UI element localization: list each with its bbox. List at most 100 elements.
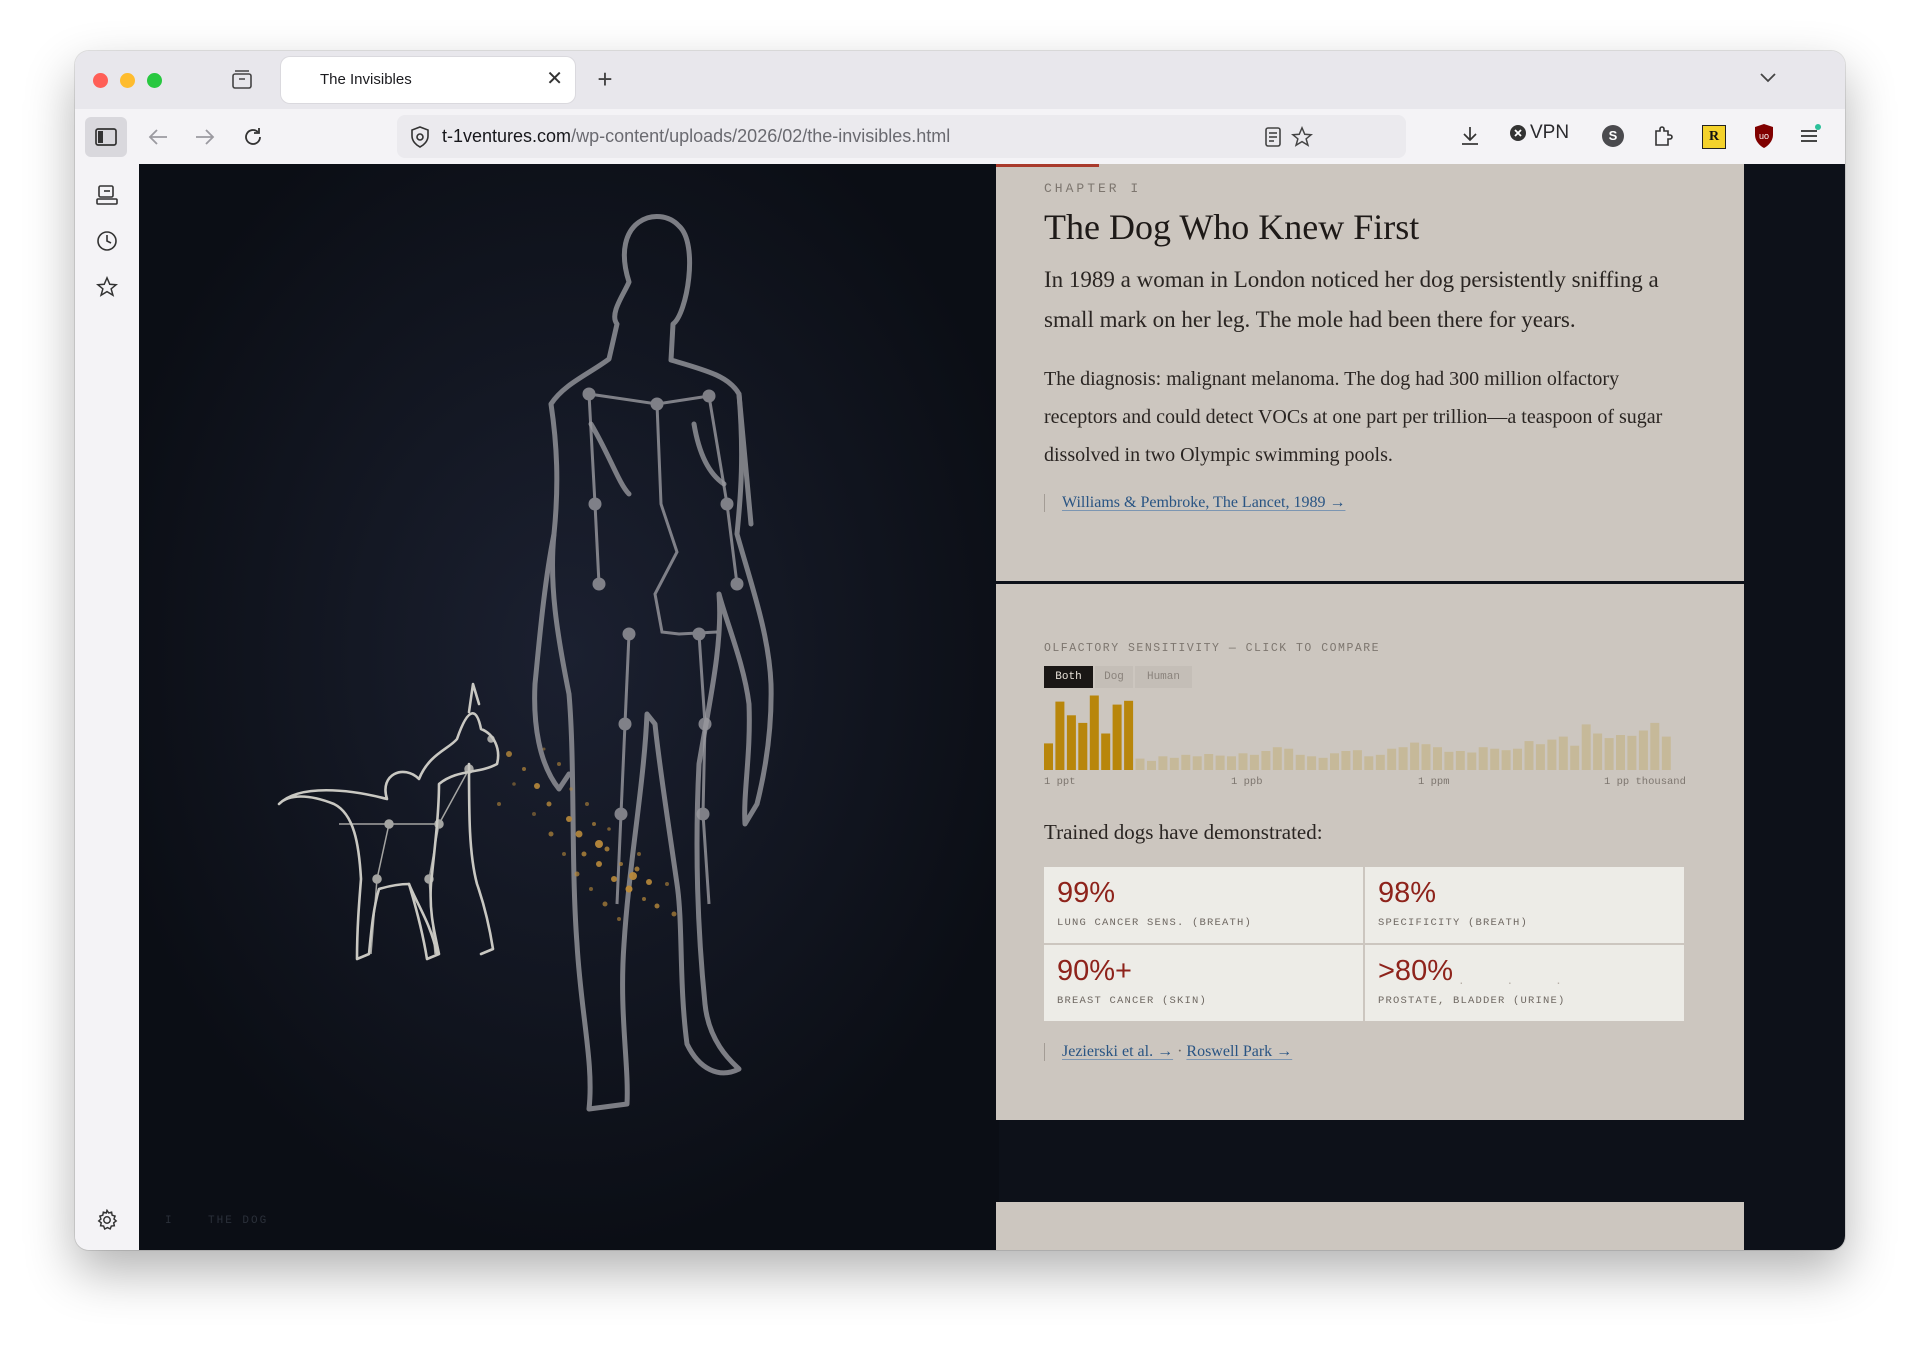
human-sensitivity-bar [1627,735,1637,770]
menu-icon[interactable] [1798,123,1822,147]
human-sensitivity-bar [1467,752,1477,770]
dog-sensitivity-bar [1066,715,1076,770]
sidebar-icon [95,128,117,146]
extension-r-icon[interactable]: R [1702,125,1726,149]
citation: Williams & Pembroke, The Lancet, 1989 → [1044,494,1345,512]
section-dots: · · · [1459,974,1581,990]
minimize-window-button[interactable] [120,73,135,88]
url-host: t-1ventures.com [442,126,572,146]
vpn-label: VPN [1530,122,1570,143]
stat-value: >80% [1378,955,1453,987]
human-sensitivity-bar [1158,756,1168,770]
ublock-shield-icon[interactable]: uo [1753,123,1775,149]
shield-icon[interactable] [410,126,430,148]
url-text[interactable]: t-1ventures.com/wp-content/uploads/2026/… [442,126,950,147]
extensions-puzzle-icon[interactable] [1652,124,1674,148]
reader-view-icon[interactable] [1264,127,1282,147]
stat-value: 99% [1057,877,1116,909]
stat-card: 98% SPECIFICITY (BREATH) [1365,867,1684,943]
human-sensitivity-bar [1650,722,1660,770]
address-bar[interactable]: t-1ventures.com/wp-content/uploads/2026/… [397,115,1406,158]
human-sensitivity-bar [1616,735,1625,770]
stat-label: PROSTATE, BLADDER (URINE) [1378,995,1566,1007]
human-sensitivity-bar [1341,751,1351,770]
history-clock-icon[interactable] [96,230,118,252]
browser-sidebar [75,164,139,1250]
vpn-button[interactable]: VPN [1510,122,1569,144]
chapter-card: CHAPTER I The Dog Who Knew First In 1989… [996,164,1744,581]
extension-s-icon[interactable]: S [1602,125,1624,147]
sensitivity-card: OLFACTORY SENSITIVITY — CLICK TO COMPARE… [996,584,1744,1120]
human-sensitivity-bar [1261,751,1271,770]
svg-text:uo: uo [1759,131,1769,141]
dog-sensitivity-bar [1055,701,1065,770]
download-icon[interactable] [1459,125,1481,147]
new-tab-button[interactable]: + [590,62,620,96]
dog-sensitivity-bar [1124,700,1134,770]
stat-value: 90%+ [1057,955,1132,987]
stat-card: 90%+ BREAST CANCER (SKIN) [1044,945,1363,1021]
human-sensitivity-bar [1433,747,1442,770]
human-sensitivity-bar [1501,750,1511,770]
toggle-human[interactable]: Human [1135,666,1192,688]
dog-sensitivity-bar [1044,743,1053,770]
human-sensitivity-bar [1318,757,1328,770]
human-sensitivity-bar [1284,748,1294,770]
close-window-button[interactable] [93,73,108,88]
url-path: /wp-content/uploads/2026/02/the-invisibl… [571,126,951,146]
next-card [996,1202,1744,1250]
human-sensitivity-bar [1455,751,1465,770]
page-content: CHAPTER I The Dog Who Knew First In 1989… [139,164,1845,1250]
human-sensitivity-bar [1227,756,1236,770]
sidebar-toggle-button[interactable] [85,117,127,157]
human-sensitivity-bar [1604,738,1614,770]
settings-gear-icon[interactable] [96,1209,118,1231]
extension-s-label: S [1608,128,1618,143]
stat-card: 99% LUNG CANCER SENS. (BREATH) [1044,867,1363,943]
dog-sensitivity-bar [1112,704,1122,770]
citation-link[interactable]: Williams & Pembroke, The Lancet, 1989 → [1062,494,1345,511]
chapter-body: The diagnosis: malignant melanoma. The d… [1044,368,1663,466]
human-sensitivity-bar [1204,754,1214,770]
human-sensitivity-bar [1135,758,1145,770]
stat-label: SPECIFICITY (BREATH) [1378,917,1529,929]
sensitivity-bar-chart[interactable] [1044,694,1686,770]
human-sensitivity-bar [1547,739,1557,770]
chart-title: OLFACTORY SENSITIVITY — CLICK TO COMPARE [1044,642,1381,655]
chapter-eyebrow: CHAPTER I [1044,181,1142,196]
trained-heading: Trained dogs have demonstrated: [1044,820,1323,844]
human-sensitivity-bar [1169,757,1179,770]
stat-label: BREAST CANCER (SKIN) [1057,995,1208,1007]
toggle-dog[interactable]: Dog [1095,666,1133,688]
human-sensitivity-bar [1398,747,1408,770]
human-sensitivity-bar [1524,741,1534,770]
section-number: I [165,1215,174,1227]
tab-the-invisibles[interactable]: The Invisibles ✕ [281,57,575,103]
maximize-window-button[interactable] [147,73,162,88]
human-sensitivity-bar [1295,754,1305,770]
source-links: Jezierski et al. → · Roswell Park → [1044,1043,1292,1061]
tab-overview-icon[interactable] [230,68,254,92]
human-sensitivity-bar [1490,748,1500,770]
vpn-off-icon [1510,125,1526,141]
dog-sensitivity-bar [1089,695,1099,770]
forward-button[interactable] [187,119,223,155]
progress-red [996,164,1099,167]
tab-close-icon[interactable]: ✕ [546,68,563,90]
chapter-title: The Dog Who Knew First [1044,207,1420,247]
roswell-park-link[interactable]: Roswell Park → [1186,1043,1292,1060]
bookmarks-star-icon[interactable] [96,276,118,298]
section-footer-label: I THE DOG [165,1215,268,1227]
bookmark-star-icon[interactable] [1291,126,1313,148]
synced-tabs-icon[interactable] [96,184,118,206]
back-button[interactable] [140,119,176,155]
chevron-down-icon[interactable] [1759,72,1777,84]
human-sensitivity-bar [1593,733,1603,770]
jezierski-link[interactable]: Jezierski et al. → [1062,1043,1173,1060]
human-sensitivity-bar [1307,756,1317,770]
dog-woman-illustration [139,164,999,1250]
chapter-lede: In 1989 a woman in London noticed her do… [1044,267,1659,332]
human-sensitivity-bar [1444,751,1454,770]
reload-button[interactable] [235,119,271,155]
toggle-both[interactable]: Both [1044,666,1093,688]
